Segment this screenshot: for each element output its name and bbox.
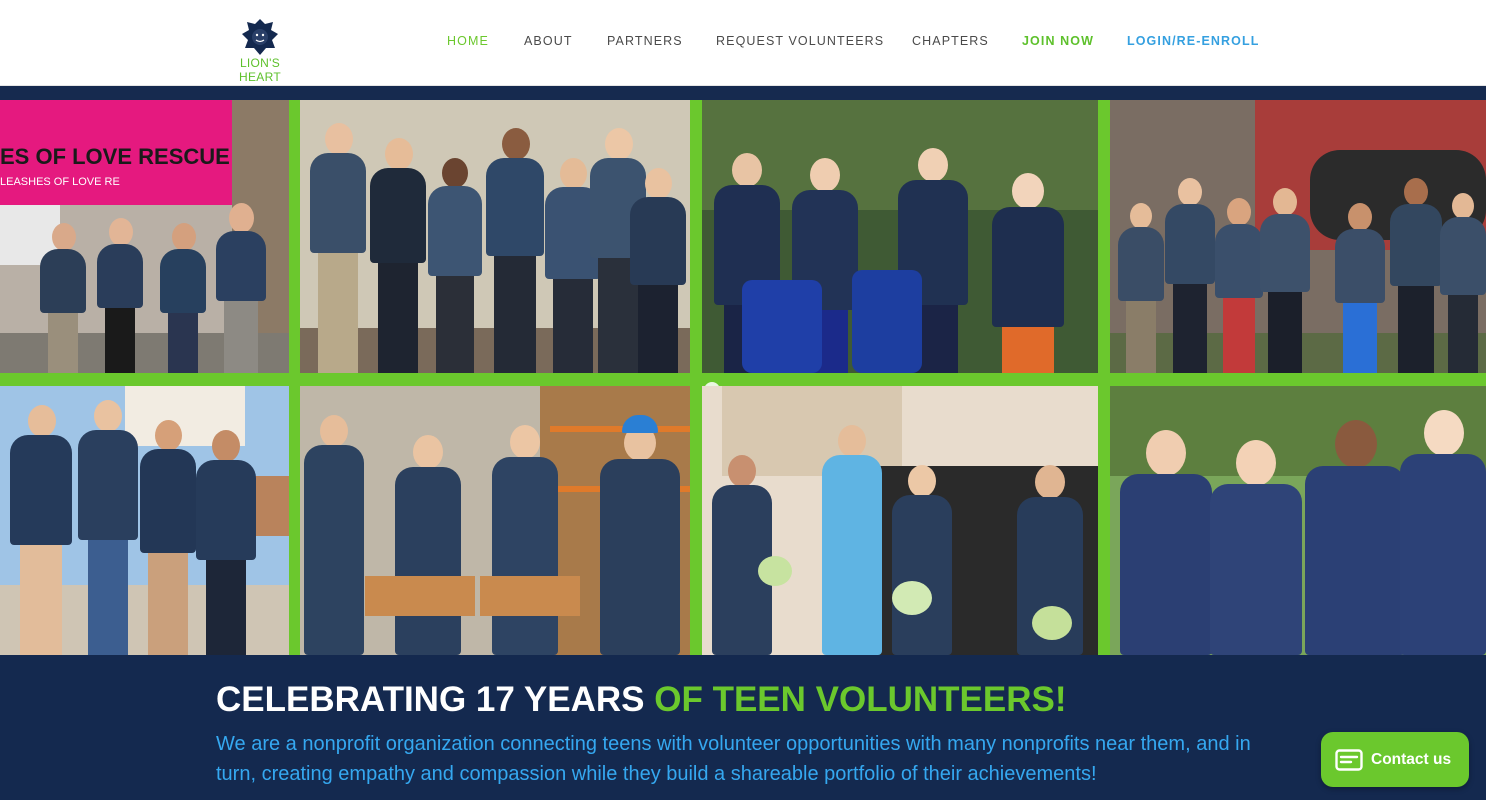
nav-about[interactable]: ABOUT [524, 34, 573, 48]
headline-white-part: CELEBRATING 17 YEARS [216, 680, 655, 719]
mission-headline: CELEBRATING 17 YEARS OF TEEN VOLUNTEERS! [216, 680, 1067, 720]
rescue-tent: ES OF LOVE RESCUE LEASHES OF LOVE RE [0, 100, 232, 205]
photo-girls-bags [702, 100, 1098, 373]
photo-girls-outdoor [0, 386, 289, 655]
photo-food-bank [300, 386, 690, 655]
contact-us-button[interactable]: Contact us [1321, 732, 1469, 787]
tent-banner-subtext: LEASHES OF LOVE RE [0, 176, 120, 188]
site-logo[interactable]: LION'S HEART [218, 18, 302, 84]
nav-request-volunteers[interactable]: REQUEST VOLUNTEERS [716, 34, 884, 48]
nav-join-now[interactable]: JOIN NOW [1022, 34, 1094, 48]
nav-chapters[interactable]: CHAPTERS [912, 34, 989, 48]
tent-banner-text: ES OF LOVE RESCUE [0, 144, 230, 169]
hero-top-band [0, 86, 1486, 100]
photo-girls-smiling [1110, 386, 1486, 655]
envelope-icon [1335, 748, 1363, 771]
photo-rescue-event: ES OF LOVE RESCUE LEASHES OF LOVE RE [0, 100, 289, 373]
photo-group-bounce-house [1110, 100, 1486, 373]
logo-text: LION'S HEART [239, 56, 281, 84]
photo-boys-group [300, 100, 690, 373]
mission-description: We are a nonprofit organization connecti… [216, 733, 1251, 785]
photo-produce-distribution [702, 386, 1098, 655]
headline-green-part: OF TEEN VOLUNTEERS! [654, 680, 1067, 719]
site-header: LION'S HEART HOME ABOUT PARTNERS REQUEST… [0, 0, 1486, 86]
hero-photo-grid: ES OF LOVE RESCUE LEASHES OF LOVE RE [0, 100, 1486, 655]
contact-us-label: Contact us [1371, 750, 1452, 768]
nav-home[interactable]: HOME [447, 34, 489, 48]
nav-partners[interactable]: PARTNERS [607, 34, 683, 48]
lion-head-icon [242, 19, 278, 55]
nav-login-reenroll[interactable]: LOGIN/RE-ENROLL [1127, 34, 1259, 48]
